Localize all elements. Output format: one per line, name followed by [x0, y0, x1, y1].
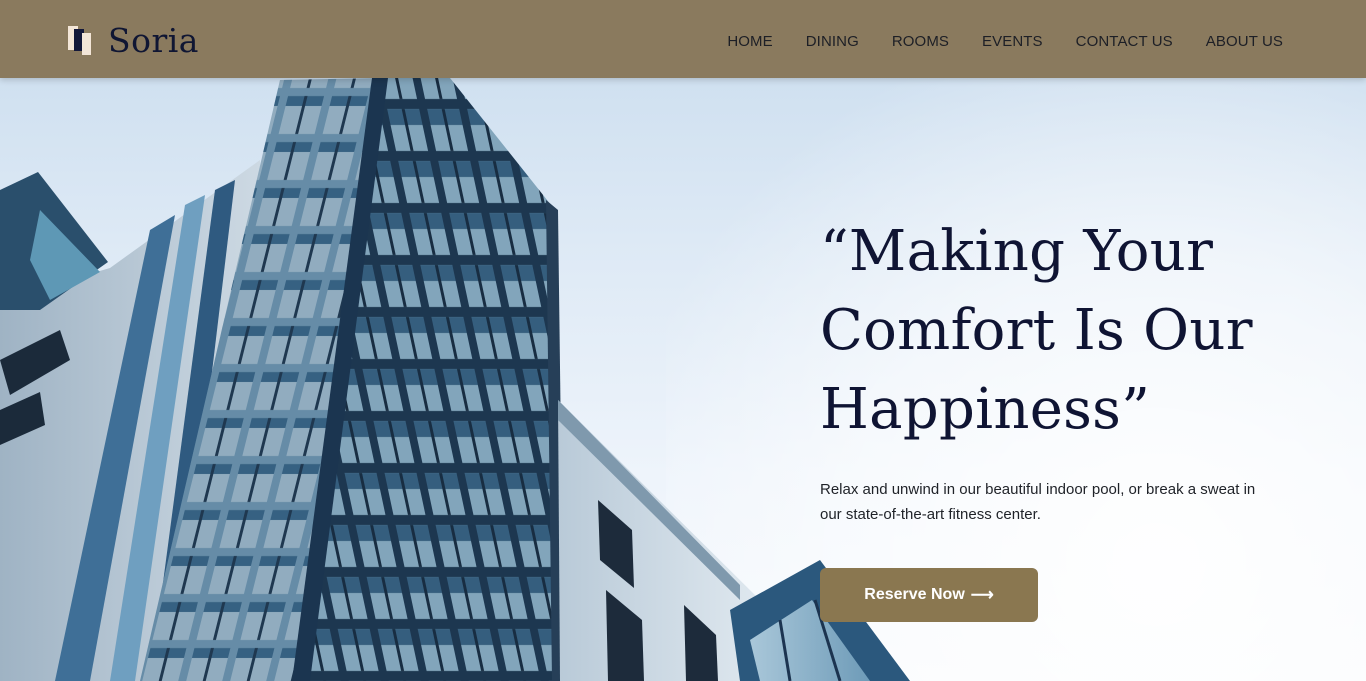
hero-description-line: Relax and unwind in our beautiful indoor…: [820, 481, 1256, 498]
nav-item-dining[interactable]: DINING: [806, 33, 859, 50]
site-header: Soria HOME DINING ROOMS EVENTS CONTACT U…: [0, 0, 1366, 78]
nav-item-home[interactable]: HOME: [727, 33, 772, 50]
page: Soria HOME DINING ROOMS EVENTS CONTACT U…: [0, 0, 1366, 681]
hero-title: “Making Your Comfort Is Our Happiness”: [820, 212, 1280, 449]
nav-item-rooms[interactable]: ROOMS: [892, 33, 949, 50]
bars-logo-icon: [68, 23, 92, 57]
reserve-now-label: Reserve Now: [864, 586, 965, 603]
hero-title-line: Comfort Is Our: [820, 298, 1253, 363]
nav-item-about-us[interactable]: ABOUT US: [1206, 33, 1283, 50]
brand-logo[interactable]: Soria: [68, 22, 199, 58]
hero-section: “Making Your Comfort Is Our Happiness” R…: [820, 212, 1280, 622]
brand-name: Soria: [108, 20, 199, 60]
hero-description: Relax and unwind in our beautiful indoor…: [820, 477, 1270, 527]
reserve-now-button[interactable]: Reserve Now ⟶: [820, 568, 1038, 622]
nav-item-contact-us[interactable]: CONTACT US: [1076, 33, 1173, 50]
main-nav: HOME DINING ROOMS EVENTS CONTACT US ABOU…: [727, 33, 1283, 50]
hero-title-line: Happiness”: [820, 377, 1151, 442]
nav-item-events[interactable]: EVENTS: [982, 33, 1043, 50]
hero-description-line: our state-of-the-art fitness center.: [820, 506, 1041, 523]
hero-title-line: “Making Your: [820, 219, 1214, 284]
arrow-right-icon: ⟶: [970, 587, 994, 604]
